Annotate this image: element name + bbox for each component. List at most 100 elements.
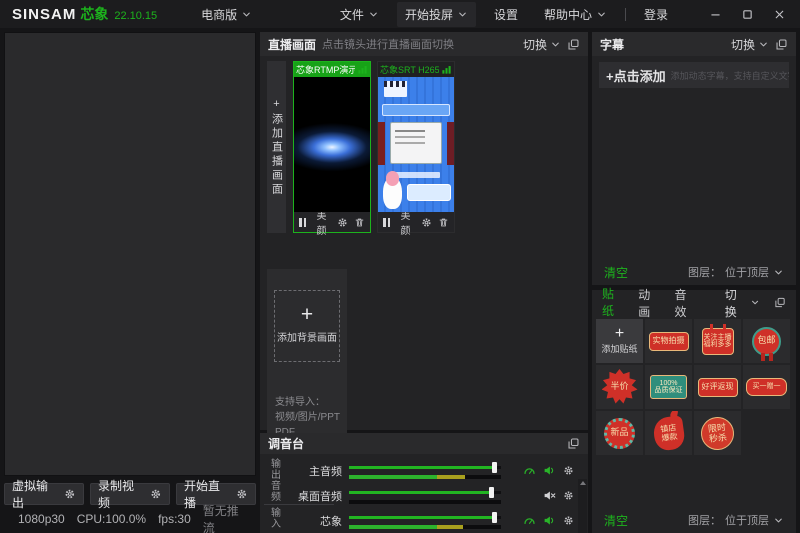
slider-handle[interactable] bbox=[489, 487, 494, 498]
tutorial-video bbox=[378, 77, 454, 212]
camera-video-thumbnail[interactable] bbox=[294, 77, 370, 212]
pause-icon[interactable] bbox=[299, 218, 306, 227]
volume-slider[interactable] bbox=[349, 513, 501, 529]
gear-icon[interactable] bbox=[563, 465, 574, 476]
camera-video-thumbnail[interactable] bbox=[378, 77, 454, 212]
add-subtitle-button[interactable]: +点击添加 添加动态字幕，支持自定义文字、内容 bbox=[599, 62, 789, 88]
switch-dropdown[interactable]: 切换 bbox=[523, 36, 561, 53]
window-screenshot bbox=[391, 123, 441, 164]
slider-handle[interactable] bbox=[492, 512, 497, 523]
slider-handle[interactable] bbox=[492, 462, 497, 473]
camera-card-srt[interactable]: 芯象SRT H265 bbox=[377, 61, 455, 233]
add-camera-button[interactable]: +添加直播画面 bbox=[267, 61, 286, 233]
clear-stickers-link[interactable]: 清空 bbox=[604, 512, 628, 529]
add-sticker-button[interactable]: + 添加贴纸 bbox=[596, 319, 643, 363]
plus-icon: + bbox=[301, 308, 313, 322]
chevron-down-icon bbox=[241, 9, 252, 20]
sticker-tabbar: 贴纸 动画 音效 切换 bbox=[592, 290, 796, 315]
mixer-scrollbar[interactable] bbox=[578, 479, 587, 533]
camera-card-rtmp[interactable]: 芯象RTMP演示 美颜 bbox=[293, 61, 371, 233]
sticker-item[interactable]: 100% 品质保证 bbox=[645, 365, 692, 409]
sticker-item[interactable]: 包邮 bbox=[743, 319, 790, 363]
speaker-muted-icon[interactable] bbox=[543, 489, 556, 502]
chevron-down-icon bbox=[773, 267, 784, 278]
tab-sound[interactable]: 音效 bbox=[675, 282, 697, 323]
mixer-header: 调音台 bbox=[260, 433, 588, 454]
minimize-button[interactable] bbox=[702, 3, 728, 25]
speaker-icon[interactable] bbox=[543, 464, 556, 477]
sticker-item[interactable]: 关注主播 福利多多 bbox=[694, 319, 741, 363]
close-button[interactable] bbox=[766, 3, 792, 25]
mixer-rows: 主音频 桌面音频 bbox=[286, 458, 574, 533]
output-group-label: 输出音频 bbox=[267, 458, 282, 502]
tab-stickers[interactable]: 贴纸 bbox=[602, 281, 624, 324]
mixer-row-main-audio: 主音频 bbox=[286, 458, 574, 483]
sticker-quality: 100% 品质保证 bbox=[650, 375, 687, 399]
volume-slider[interactable] bbox=[349, 463, 501, 479]
camera-title-bar: 芯象RTMP演示 bbox=[294, 62, 370, 77]
add-background-button[interactable]: + 添加背景画面 bbox=[274, 290, 340, 362]
gear-icon[interactable] bbox=[563, 490, 574, 501]
scroll-up-icon[interactable] bbox=[580, 481, 586, 485]
edition-dropdown[interactable]: 电商版 bbox=[201, 6, 252, 23]
plus-icon: + bbox=[615, 328, 624, 340]
live-panel-header: 直播画面 点击镜头进行直播画面切换 切换 bbox=[260, 32, 588, 56]
switch-dropdown[interactable]: 切换 bbox=[725, 286, 760, 320]
pause-icon[interactable] bbox=[383, 218, 390, 227]
sticker-item[interactable]: 好评返现 bbox=[694, 365, 741, 409]
monitor-gauge-icon[interactable] bbox=[523, 514, 536, 527]
sticker-item[interactable]: 镇店 爆款 bbox=[645, 411, 692, 455]
menu-start-cast[interactable]: 开始投屏 bbox=[397, 2, 476, 27]
virtual-output-button[interactable]: 虚拟输出 bbox=[4, 483, 84, 505]
switch-dropdown[interactable]: 切换 bbox=[731, 36, 769, 53]
trash-icon[interactable] bbox=[438, 217, 449, 228]
menu-settings[interactable]: 设置 bbox=[486, 2, 526, 27]
speaker-icon[interactable] bbox=[543, 514, 556, 527]
monitor-gauge-icon[interactable] bbox=[523, 464, 536, 477]
channel-name: 主音频 bbox=[286, 463, 342, 479]
menu-file[interactable]: 文件 bbox=[332, 2, 387, 27]
channel-icons bbox=[508, 514, 574, 527]
sticker-item[interactable]: 买一赠一 bbox=[743, 365, 790, 409]
trash-icon[interactable] bbox=[354, 217, 365, 228]
sticker-item[interactable]: 实物拍摄 bbox=[645, 319, 692, 363]
popout-icon[interactable] bbox=[567, 38, 580, 51]
subtitle-panel: 字幕 切换 +点击添加 添加动态字幕，支持自定义文字、内容 清空 图层： 位于顶… bbox=[592, 32, 796, 285]
sticker-new-arrival: 新品 bbox=[604, 418, 635, 449]
tab-animation[interactable]: 动画 bbox=[638, 282, 660, 323]
camera-controls: 美颜 bbox=[378, 212, 454, 232]
panel-title: 直播画面 bbox=[268, 36, 316, 53]
layer-dropdown[interactable]: 图层： 位于顶层 bbox=[688, 264, 784, 280]
gear-icon[interactable] bbox=[236, 488, 248, 500]
menu-help[interactable]: 帮助中心 bbox=[536, 2, 615, 27]
record-video-button[interactable]: 录制视频 bbox=[90, 483, 170, 505]
lens-flare-video bbox=[294, 77, 370, 212]
popout-icon[interactable] bbox=[775, 38, 788, 51]
subtitle-header: 字幕 切换 bbox=[592, 32, 796, 56]
live-scenes-panel: 直播画面 点击镜头进行直播画面切换 切换 +添加直播画面 芯象RTMP演示 bbox=[260, 32, 588, 430]
mascot-character bbox=[383, 177, 403, 209]
gear-icon[interactable] bbox=[563, 515, 574, 526]
maximize-button[interactable] bbox=[734, 3, 760, 25]
chevron-down-icon bbox=[773, 515, 784, 526]
sticker-item[interactable]: 新品 bbox=[596, 411, 643, 455]
layer-dropdown[interactable]: 图层： 位于顶层 bbox=[688, 512, 784, 528]
sticker-item[interactable]: 限时 秒杀 bbox=[694, 411, 741, 455]
signal-bars-icon bbox=[357, 64, 368, 75]
gear-icon[interactable] bbox=[64, 488, 76, 500]
popout-icon[interactable] bbox=[774, 296, 786, 309]
menu-login[interactable]: 登录 bbox=[636, 2, 676, 27]
gear-icon[interactable] bbox=[421, 217, 432, 228]
sticker-shop-hot-item: 镇店 爆款 bbox=[651, 415, 685, 452]
gear-icon[interactable] bbox=[150, 488, 162, 500]
signal-bars-icon bbox=[441, 64, 452, 75]
volume-slider[interactable] bbox=[349, 488, 501, 504]
sticker-free-shipping: 包邮 bbox=[752, 327, 781, 356]
chevron-down-icon bbox=[550, 39, 561, 50]
popout-icon[interactable] bbox=[567, 437, 580, 450]
gear-icon[interactable] bbox=[337, 217, 348, 228]
preview-canvas[interactable] bbox=[4, 32, 256, 476]
sticker-item[interactable]: 半价 bbox=[596, 365, 643, 409]
clear-subtitles-link[interactable]: 清空 bbox=[604, 264, 628, 281]
sticker-follow-host: 关注主播 福利多多 bbox=[702, 328, 734, 355]
